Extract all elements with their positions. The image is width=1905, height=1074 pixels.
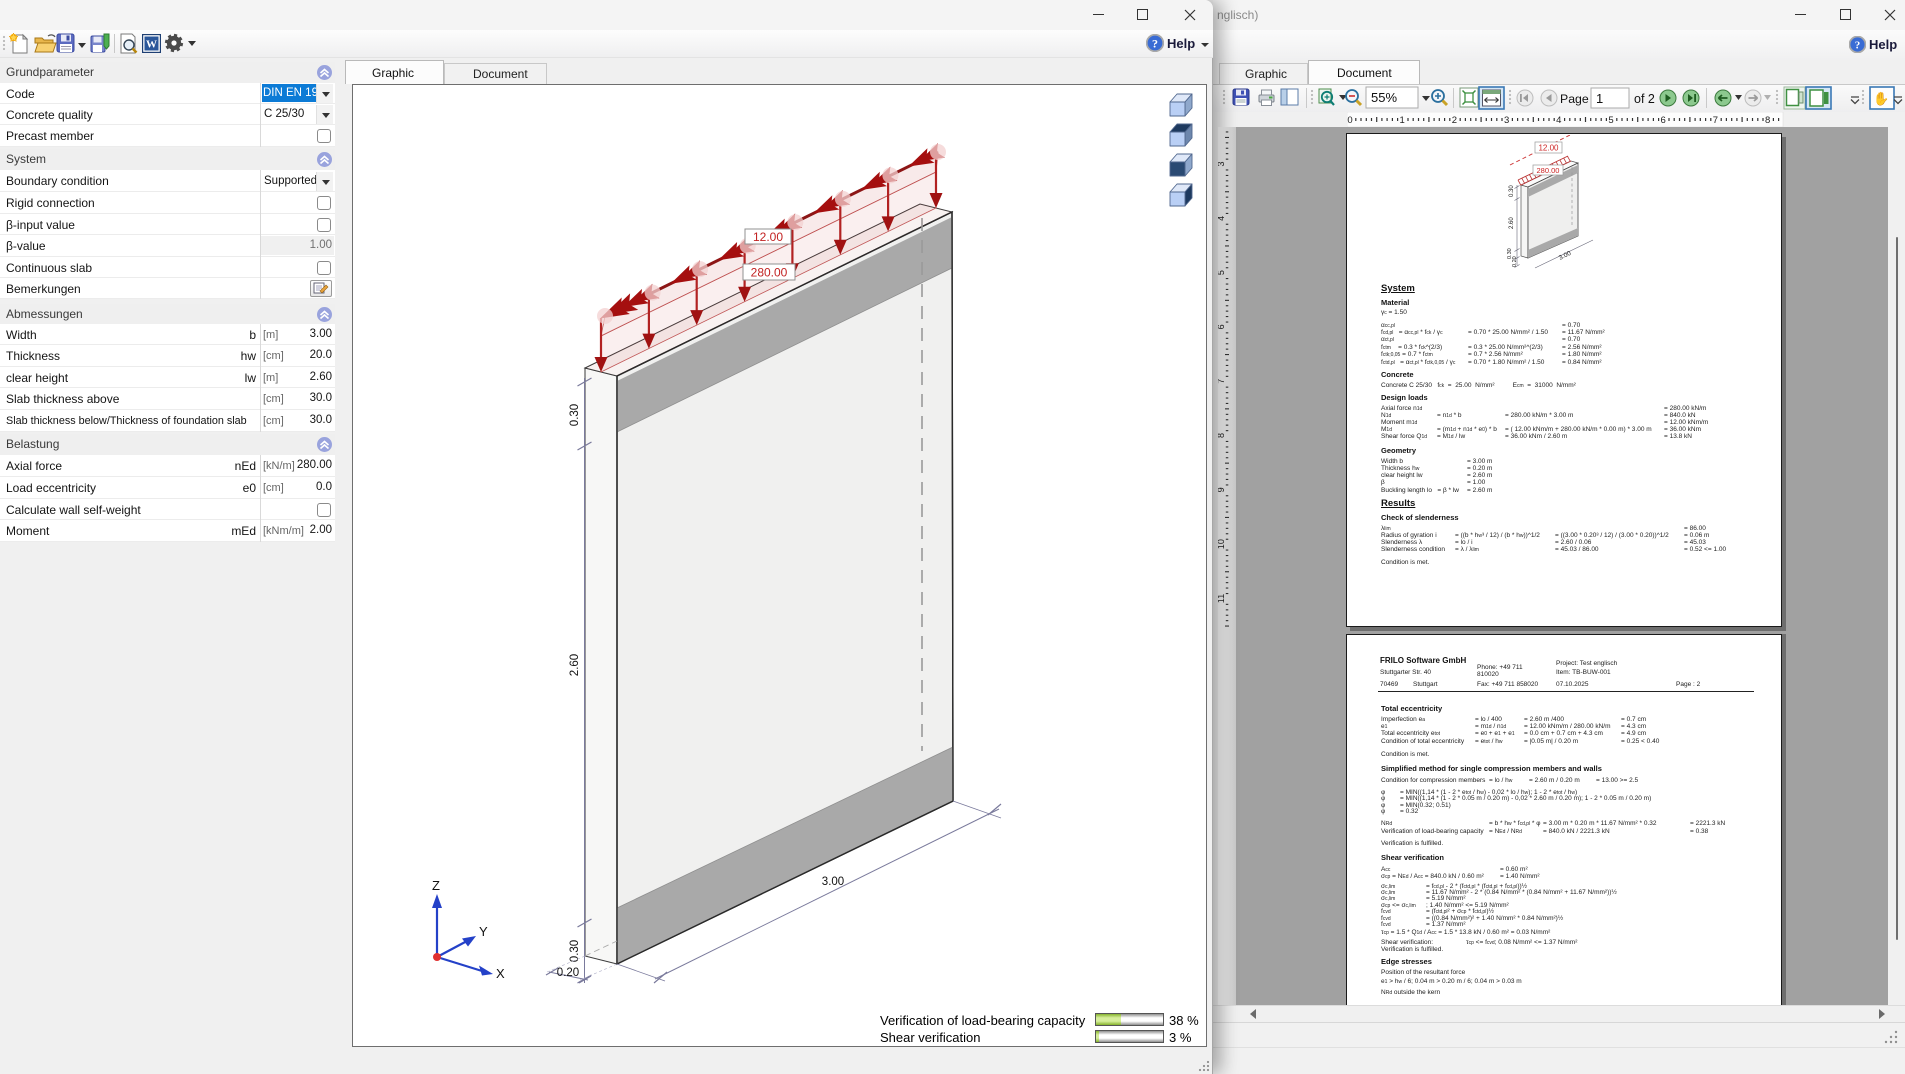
svg-text:0.30: 0.30 [569,940,581,962]
svg-text:8: 8 [1765,115,1770,126]
svg-text:?: ? [1152,37,1158,51]
svg-text:280.00: 280.00 [751,266,788,280]
svg-text:Y: Y [479,924,488,939]
svg-text:3.00: 3.00 [1558,250,1573,262]
svg-text:4: 4 [1556,115,1561,126]
svg-text:11: 11 [1218,594,1226,603]
svg-text:5: 5 [1608,115,1613,126]
svg-text:1: 1 [1596,91,1603,106]
svg-text:6: 6 [1661,115,1666,126]
svg-text:0.20: 0.20 [557,967,579,979]
svg-text:7: 7 [1713,115,1718,126]
svg-text:12.00: 12.00 [753,230,783,244]
svg-text:?: ? [1855,40,1861,52]
svg-text:12.00: 12.00 [1538,144,1559,153]
svg-text:5: 5 [1218,270,1226,275]
svg-text:55%: 55% [1371,90,1397,105]
svg-text:9: 9 [1218,487,1226,492]
svg-text:3: 3 [1504,115,1509,126]
svg-text:2.60: 2.60 [569,654,581,676]
svg-text:2: 2 [1452,115,1457,126]
svg-text:0.30: 0.30 [1509,185,1515,197]
svg-text:7: 7 [1218,379,1226,384]
svg-text:3.00: 3.00 [822,876,844,888]
svg-text:10: 10 [1218,539,1226,549]
svg-text:X: X [496,966,505,981]
svg-text:8: 8 [1218,433,1226,438]
svg-text:1: 1 [1400,115,1405,126]
svg-text:Z: Z [432,878,440,893]
svg-text:6: 6 [1218,324,1226,329]
svg-text:0.20: 0.20 [1512,256,1518,267]
svg-text:of 2: of 2 [1634,92,1655,106]
svg-text:280.00: 280.00 [1537,166,1560,175]
svg-text:0: 0 [1347,115,1352,126]
svg-text:Page: Page [1560,92,1589,106]
svg-text:W: W [146,39,157,51]
svg-text:2.60: 2.60 [1509,217,1515,229]
svg-text:3: 3 [1218,161,1226,166]
svg-text:✋: ✋ [1873,91,1889,106]
svg-text:4: 4 [1218,216,1226,221]
svg-text:0.30: 0.30 [569,404,581,426]
